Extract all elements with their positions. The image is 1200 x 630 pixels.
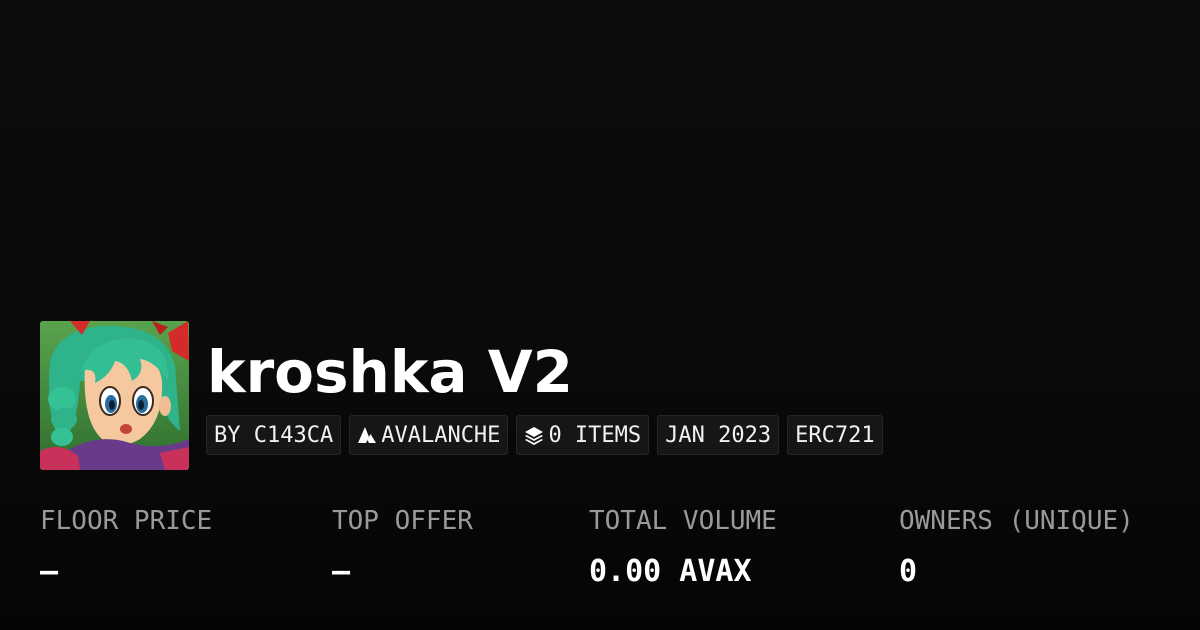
collection-tags: BY C143CA AVALANCHE 0 ITEMS JAN 2023 ERC… — [206, 415, 883, 455]
stat-owners: OWNERS (UNIQUE) 0 — [899, 504, 1134, 590]
stat-value: – — [40, 554, 59, 589]
collection-share-card: kroshka V2 BY C143CA AVALANCHE 0 ITEMS J… — [0, 0, 1200, 630]
stat-total-volume: TOTAL VOLUME 0.00 AVAX — [589, 504, 777, 590]
standard-tag: ERC721 — [787, 415, 883, 455]
stat-label: FLOOR PRICE — [40, 506, 213, 536]
stat-value: 0.00 AVAX — [589, 554, 752, 589]
chain-label: AVALANCHE — [381, 422, 501, 448]
character-portrait-image — [40, 321, 189, 470]
items-label: 0 ITEMS — [548, 422, 642, 448]
collection-avatar — [40, 321, 189, 470]
stat-value: 0 — [899, 554, 918, 589]
stat-label: TOTAL VOLUME — [589, 506, 777, 536]
chain-tag[interactable]: AVALANCHE — [349, 415, 509, 455]
creator-tag[interactable]: BY C143CA — [206, 415, 342, 455]
stat-value: – — [332, 554, 351, 589]
collection-title: kroshka V2 — [207, 338, 573, 406]
date-tag: JAN 2023 — [657, 415, 780, 455]
stat-floor-price: FLOOR PRICE – — [40, 504, 212, 590]
collection-stats: FLOOR PRICE – TOP OFFER – TOTAL VOLUME 0… — [40, 504, 1180, 604]
stat-top-offer: TOP OFFER – — [332, 504, 473, 590]
standard-label: ERC721 — [795, 422, 875, 448]
date-label: JAN 2023 — [665, 422, 772, 448]
items-tag[interactable]: 0 ITEMS — [516, 415, 650, 455]
avalanche-icon — [357, 426, 377, 444]
creator-label: BY C143CA — [214, 422, 334, 448]
layers-icon — [524, 425, 544, 445]
stat-label: TOP OFFER — [332, 506, 473, 536]
stat-label: OWNERS (UNIQUE) — [899, 506, 1134, 536]
